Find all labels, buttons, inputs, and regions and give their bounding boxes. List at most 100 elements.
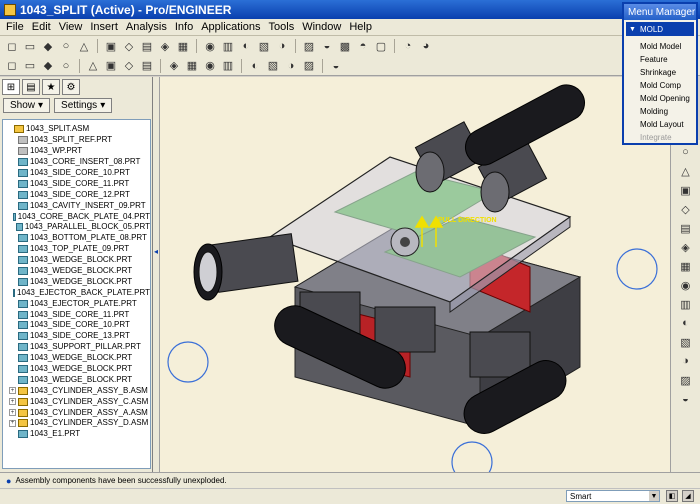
save-icon[interactable]: ◆ <box>40 38 56 54</box>
saved-views-icon[interactable]: ▢ <box>373 38 389 54</box>
mold-volume-icon[interactable]: ◈ <box>166 58 182 74</box>
settings-button[interactable]: Settings ▾ <box>54 97 113 113</box>
tree-expander-icon[interactable]: + <box>9 409 16 417</box>
menu-help[interactable]: Help <box>345 21 376 33</box>
cavity-icon[interactable]: ▧ <box>265 58 281 74</box>
csys-icon[interactable]: ○ <box>58 58 74 74</box>
menu-manager-item-mold-layout[interactable]: Mold Layout <box>624 118 696 131</box>
selection-status-icon[interactable]: ◧ <box>666 490 678 502</box>
find-icon[interactable]: ▥ <box>220 38 236 54</box>
extract-icon[interactable]: ◈ <box>677 239 695 255</box>
tree-item[interactable]: 1043_TOP_PLATE_09.PRT <box>3 244 150 255</box>
waterline-icon[interactable]: ◒ <box>328 58 344 74</box>
tree-item[interactable]: 1043_EJECTOR_BACK_PLATE.PRT <box>3 287 150 298</box>
point-icon[interactable]: ◑ <box>677 353 695 369</box>
menu-analysis[interactable]: Analysis <box>122 21 171 33</box>
spline-icon[interactable]: ▧ <box>677 334 695 350</box>
runner-icon[interactable]: ▨ <box>301 58 317 74</box>
undo-icon[interactable]: ▣ <box>103 38 119 54</box>
shading-icon[interactable]: ▤ <box>139 58 155 74</box>
datum-plane-icon[interactable]: ◻ <box>4 58 20 74</box>
tree-item[interactable]: 1043_CORE_INSERT_08.PRT <box>3 157 150 168</box>
copy-icon[interactable]: ◈ <box>157 38 173 54</box>
tree-item[interactable]: +1043_CYLINDER_ASSY_D.ASM <box>3 418 150 429</box>
tree-item[interactable]: 1043_SIDE_CORE_12.PRT <box>3 189 150 200</box>
show-button[interactable]: Show ▾ <box>3 97 51 113</box>
tree-item[interactable]: 1043_SIDE_CORE_11.PRT <box>3 309 150 320</box>
line-icon[interactable]: ◐ <box>677 315 695 331</box>
tree-item[interactable]: 1043_WEDGE_BLOCK.PRT <box>3 276 150 287</box>
tree-item[interactable]: 1043_WEDGE_BLOCK.PRT <box>3 353 150 364</box>
email-icon[interactable]: △ <box>76 38 92 54</box>
csys-small-icon[interactable]: ◒ <box>677 391 695 407</box>
new-icon[interactable]: ◻ <box>4 38 20 54</box>
curve-icon[interactable]: ◉ <box>677 277 695 293</box>
split-volume-icon[interactable]: ▤ <box>677 220 695 236</box>
menu-window[interactable]: Window <box>298 21 345 33</box>
graphics-viewport[interactable]: PULL DIRECTION <box>160 77 670 472</box>
tree-item[interactable]: 1043_SPLIT.ASM <box>3 124 150 135</box>
tree-item[interactable]: 1043_CAVITY_INSERT_09.PRT <box>3 200 150 211</box>
tree-expander-icon[interactable]: + <box>9 419 16 427</box>
tree-expander-icon[interactable]: + <box>9 387 16 395</box>
axis-icon[interactable]: ▨ <box>677 372 695 388</box>
menu-manager-item-mold-opening[interactable]: Mold Opening <box>624 92 696 105</box>
plane-icon[interactable]: ▥ <box>677 296 695 312</box>
tree-item[interactable]: 1043_SUPPORT_PILLAR.PRT <box>3 342 150 353</box>
workpiece-icon[interactable]: ◐ <box>247 58 263 74</box>
tree-item[interactable]: 1043_SIDE_CORE_13.PRT <box>3 331 150 342</box>
datum-icon[interactable]: ○ <box>677 144 695 160</box>
tree-item[interactable]: 1043_WEDGE_BLOCK.PRT <box>3 255 150 266</box>
open-icon[interactable]: ▭ <box>22 38 38 54</box>
volume-icon[interactable]: ◇ <box>677 201 695 217</box>
tree-item[interactable]: 1043_SIDE_CORE_10.PRT <box>3 320 150 331</box>
tree-item[interactable]: 1043_WEDGE_BLOCK.PRT <box>3 364 150 375</box>
collapse-arrow-icon[interactable]: ◂ <box>154 247 158 256</box>
menu-manager-item-mold-comp[interactable]: Mold Comp <box>624 79 696 92</box>
menu-tools[interactable]: Tools <box>265 21 299 33</box>
menu-info[interactable]: Info <box>171 21 197 33</box>
split-icon[interactable]: ◉ <box>202 58 218 74</box>
selection-filter[interactable]: Smart ▼ <box>566 490 660 502</box>
folder-browser-tab[interactable]: ▤ <box>22 79 40 95</box>
menu-manager-item-mold-model[interactable]: Mold Model <box>624 40 696 53</box>
model-tree-tab[interactable]: ⊞ <box>2 79 20 95</box>
menu-file[interactable]: File <box>2 21 28 33</box>
menu-manager-item-shrinkage[interactable]: Shrinkage <box>624 66 696 79</box>
datum-point-icon[interactable]: ◆ <box>40 58 56 74</box>
refit-icon[interactable]: ▩ <box>337 38 353 54</box>
parting-surface-icon[interactable]: ▦ <box>184 58 200 74</box>
wireframe-icon[interactable]: △ <box>85 58 101 74</box>
view-manager-icon[interactable]: ◕ <box>418 38 434 54</box>
redo-icon[interactable]: ◇ <box>121 38 137 54</box>
sketch-icon[interactable]: ▣ <box>677 182 695 198</box>
zoom-in-icon[interactable]: ▨ <box>301 38 317 54</box>
favorites-tab[interactable]: ★ <box>42 79 60 95</box>
tree-item[interactable]: +1043_CYLINDER_ASSY_B.ASM <box>3 385 150 396</box>
mold-open-icon[interactable]: ▦ <box>677 258 695 274</box>
surface-icon[interactable]: △ <box>677 163 695 179</box>
tree-item[interactable]: 1043_PARALLEL_BLOCK_05.PRT <box>3 222 150 233</box>
tree-item[interactable]: 1043_BOTTOM_PLATE_08.PRT <box>3 233 150 244</box>
tree-item[interactable]: +1043_CYLINDER_ASSY_A.ASM <box>3 407 150 418</box>
tree-expander-icon[interactable]: + <box>9 398 16 406</box>
tree-item[interactable]: 1043_WP.PRT <box>3 146 150 157</box>
tree-item[interactable]: 1043_SIDE_CORE_11.PRT <box>3 178 150 189</box>
menu-manager-item-molding[interactable]: Molding <box>624 105 696 118</box>
tree-item[interactable]: 1043_E1.PRT <box>3 429 150 440</box>
menu-manager-item-feature[interactable]: Feature <box>624 53 696 66</box>
paste-icon[interactable]: ▦ <box>175 38 191 54</box>
chevron-down-icon[interactable]: ▼ <box>649 491 659 501</box>
repaint-icon[interactable]: ▧ <box>256 38 272 54</box>
print-icon[interactable]: ○ <box>58 38 74 54</box>
tree-item[interactable]: +1043_CYLINDER_ASSY_C.ASM <box>3 396 150 407</box>
select-box-icon[interactable]: ◐ <box>238 38 254 54</box>
menu-insert[interactable]: Insert <box>86 21 122 33</box>
no-hidden-icon[interactable]: ◇ <box>121 58 137 74</box>
tree-item[interactable]: 1043_EJECTOR_PLATE.PRT <box>3 298 150 309</box>
sketch-icon[interactable]: ◑ <box>283 58 299 74</box>
hidden-line-icon[interactable]: ▣ <box>103 58 119 74</box>
spin-center-icon[interactable]: ◑ <box>274 38 290 54</box>
tree-item[interactable]: 1043_WEDGE_BLOCK.PRT <box>3 374 150 385</box>
datum-axis-icon[interactable]: ▭ <box>22 58 38 74</box>
